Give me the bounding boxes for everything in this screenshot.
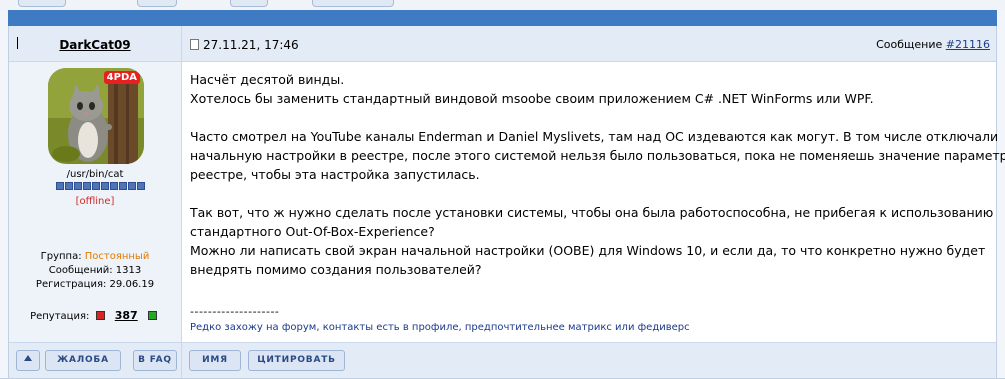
user-title: /usr/bin/cat	[66, 169, 124, 180]
post-body: Насчёт десятой винды. Хотелось бы замени…	[190, 70, 1005, 279]
avatar[interactable]: 4PDA	[48, 68, 144, 164]
rank-star	[101, 182, 109, 190]
registration-value: 29.06.19	[109, 279, 155, 290]
rank-star	[92, 182, 100, 190]
avatar-badge: 4PDA	[103, 71, 140, 84]
online-status: [offline]	[75, 196, 115, 207]
reputation-label: Репутация:	[30, 311, 90, 322]
document-icon	[190, 39, 199, 50]
rank-star	[56, 182, 64, 190]
signature: -------------------- Редко захожу на фор…	[190, 305, 690, 333]
arrow-up-icon	[24, 355, 32, 361]
rank-star	[137, 182, 145, 190]
messages-label: Сообщений:	[48, 265, 113, 276]
faq-button[interactable]: В FAQ	[133, 350, 177, 371]
user-group: Группа: Постоянный	[9, 251, 181, 262]
complaint-button[interactable]: ЖАЛОБА	[45, 350, 121, 371]
prev-button-stub[interactable]	[137, 0, 177, 7]
message-number: Сообщение #21116	[876, 38, 990, 51]
top-strip	[0, 0, 1005, 10]
post-footer: ЖАЛОБА В FAQ ИМЯ ЦИТИРОВАТЬ	[9, 342, 996, 379]
user-messages: Сообщений: 1313	[9, 265, 181, 276]
reputation-minus-icon[interactable]	[95, 311, 105, 320]
user-registration: Регистрация: 29.06.19	[9, 279, 181, 290]
body-line: начальную настройки в реестре, после это…	[190, 148, 1005, 163]
body-line: реестре, чтобы эта настройка запустилась…	[190, 167, 480, 182]
name-button[interactable]: ИМЯ	[189, 350, 241, 371]
rank-star	[83, 182, 91, 190]
body-line: Насчёт десятой винды.	[190, 72, 345, 87]
author-link[interactable]: DarkCat09	[9, 38, 181, 52]
rank-star	[119, 182, 127, 190]
prev-button-stub[interactable]	[18, 0, 66, 7]
body-line: стандартного Out-Of-Box-Experience?	[190, 224, 435, 239]
rank-star	[110, 182, 118, 190]
reputation-value[interactable]: 387	[115, 309, 138, 322]
body-line: внедрять помимо создания пользователей?	[190, 262, 482, 277]
signature-separator: --------------------	[190, 305, 280, 318]
body-line: Можно ли написать свой экран начальной н…	[190, 243, 986, 258]
signature-text: Редко захожу на форум, контакты есть в п…	[190, 322, 690, 333]
rank-star	[128, 182, 136, 190]
group-value: Постоянный	[84, 251, 150, 262]
rank-stars	[56, 182, 146, 190]
post-date: 27.11.21, 17:46	[190, 38, 299, 52]
forum-post: DarkCat09 27.11.21, 17:46 Сообщение #211…	[8, 26, 1005, 379]
body-line: Хотелось бы заменить стандартный виндово…	[190, 91, 874, 106]
user-info-panel: 4PDA /usr/bin/cat [offline] Группа: Пост…	[9, 62, 182, 342]
rank-star	[65, 182, 73, 190]
registration-label: Регистрация:	[35, 279, 107, 290]
post-header-author-cell: DarkCat09	[9, 26, 182, 61]
body-line: Так вот, что ж нужно сделать после устан…	[190, 205, 994, 220]
messages-value: 1313	[115, 265, 142, 276]
reputation-plus-icon[interactable]	[147, 311, 157, 320]
scroll-top-button[interactable]	[16, 350, 40, 371]
post-separator-bar	[8, 10, 997, 26]
prev-button-stub[interactable]	[312, 0, 394, 7]
post-header: DarkCat09 27.11.21, 17:46 Сообщение #211…	[9, 26, 996, 62]
message-number-link[interactable]: #21116	[946, 38, 990, 51]
group-label: Группа:	[40, 251, 82, 262]
post-date-text: 27.11.21, 17:46	[203, 38, 299, 52]
reputation: Репутация: 387	[9, 309, 181, 322]
body-line: Часто смотрел на YouTube каналы Enderman…	[190, 129, 999, 144]
rank-star	[74, 182, 82, 190]
quote-button[interactable]: ЦИТИРОВАТЬ	[248, 350, 345, 371]
prev-button-stub[interactable]	[230, 0, 268, 7]
message-label: Сообщение	[876, 38, 943, 51]
